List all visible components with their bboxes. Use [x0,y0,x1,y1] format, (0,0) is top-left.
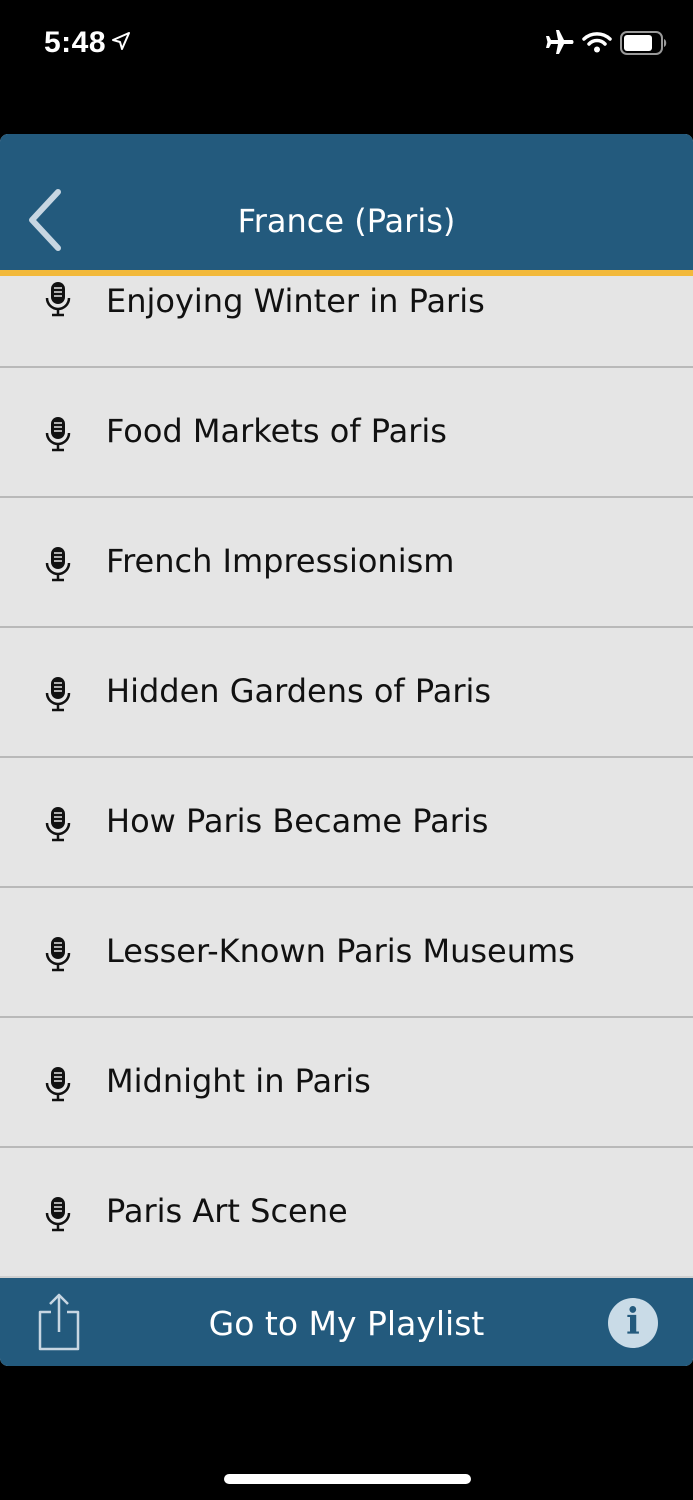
info-icon: i [626,1301,640,1343]
topic-list[interactable]: Enjoying Winter in Paris Food Markets of… [0,276,693,1276]
list-item[interactable]: Food Markets of Paris [0,368,693,498]
microphone-icon [45,807,71,842]
app-container: France (Paris) Enjoying Winter in Paris … [0,134,693,1366]
list-item[interactable]: Lesser-Known Paris Museums [0,888,693,1018]
list-item-label: Hidden Gardens of Paris [106,672,492,710]
microphone-icon [45,282,71,317]
bottom-toolbar: Go to My Playlist i [0,1276,693,1366]
list-item-label: Lesser-Known Paris Museums [106,932,575,970]
list-item-label: French Impressionism [106,542,455,580]
status-time: 5:48 [44,26,107,59]
microphone-icon [45,417,71,452]
list-item-label: Food Markets of Paris [106,412,447,450]
page-title: France (Paris) [237,202,456,240]
wifi-icon [582,32,612,53]
microphone-icon [45,677,71,712]
list-item-label: Enjoying Winter in Paris [106,282,485,320]
list-item[interactable]: Paris Art Scene [0,1148,693,1276]
info-button[interactable]: i [608,1298,658,1348]
list-item[interactable]: Midnight in Paris [0,1018,693,1148]
microphone-icon [45,547,71,582]
status-bar: 5:48 [0,0,693,90]
list-item[interactable]: How Paris Became Paris [0,758,693,888]
list-item-label: Paris Art Scene [106,1192,348,1230]
list-item[interactable]: Enjoying Winter in Paris [0,276,693,368]
list-item[interactable]: Hidden Gardens of Paris [0,628,693,758]
location-arrow-icon [112,32,130,50]
microphone-icon [45,937,71,972]
go-to-playlist-button[interactable]: Go to My Playlist [0,1304,693,1343]
home-indicator[interactable] [224,1474,471,1484]
nav-header: France (Paris) [0,134,693,276]
list-item-label: Midnight in Paris [106,1062,371,1100]
microphone-icon [45,1197,71,1232]
list-item-label: How Paris Became Paris [106,802,489,840]
list-item[interactable]: French Impressionism [0,498,693,628]
airplane-icon [546,30,574,54]
microphone-icon [45,1067,71,1102]
battery-icon [620,31,667,55]
